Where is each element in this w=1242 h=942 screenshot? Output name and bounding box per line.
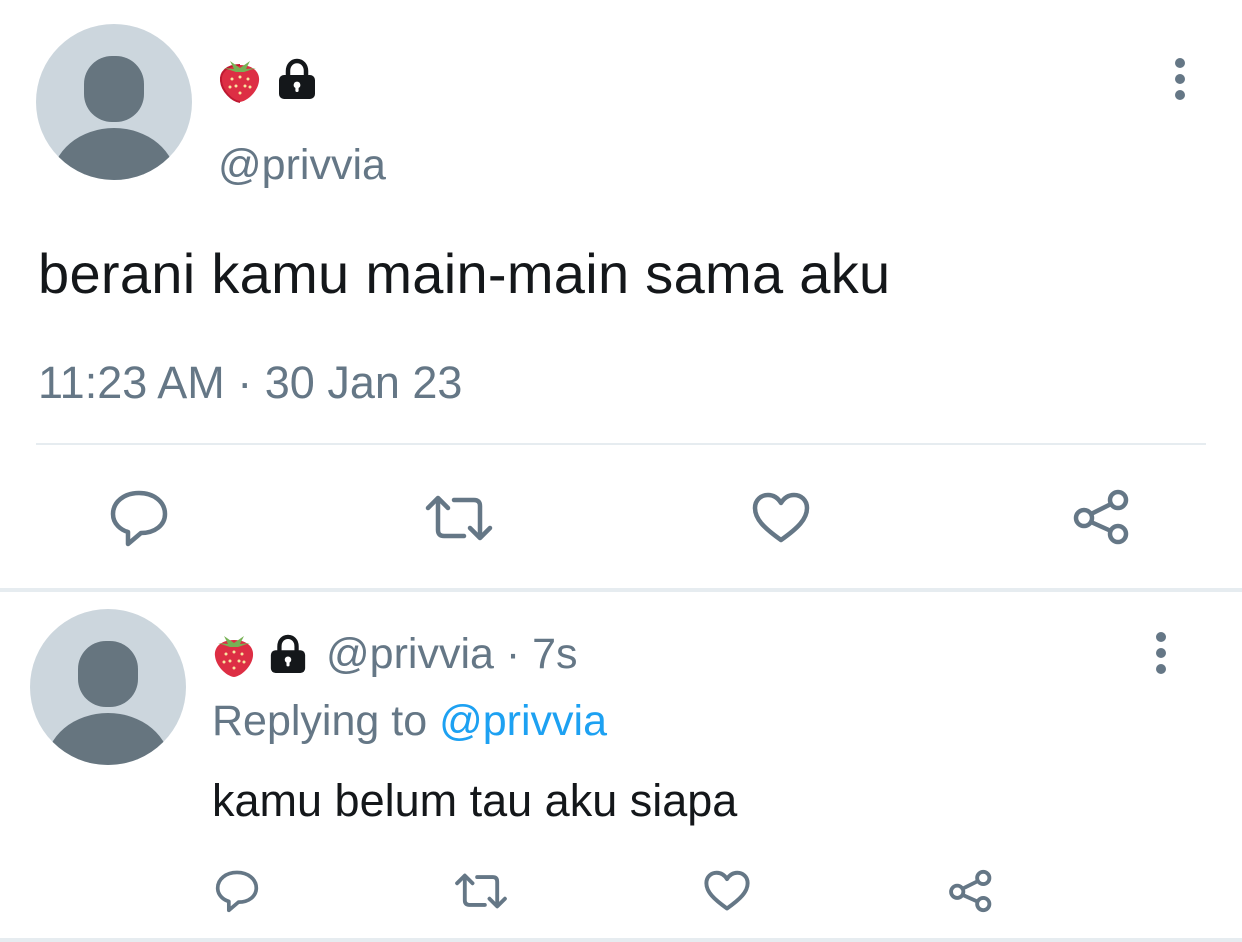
reply-text: kamu belum tau aku siapa bbox=[212, 775, 738, 826]
bottom-separator bbox=[0, 938, 1242, 942]
tweet-text: berani kamu main-main sama aku bbox=[38, 242, 891, 305]
retweet-icon bbox=[455, 873, 507, 909]
default-avatar-icon bbox=[46, 641, 170, 765]
section-separator bbox=[0, 588, 1242, 592]
tweet-thread: @privvia berani kamu main-main sama aku … bbox=[0, 0, 1242, 942]
retweet-icon bbox=[425, 495, 493, 541]
like-icon bbox=[704, 870, 750, 911]
more-options-icon[interactable] bbox=[1175, 58, 1185, 106]
retweet-button[interactable] bbox=[424, 494, 494, 542]
time-separator: · bbox=[505, 629, 521, 678]
mention-link[interactable]: @privvia bbox=[439, 697, 607, 745]
share-icon bbox=[949, 869, 992, 913]
share-button[interactable] bbox=[1072, 488, 1132, 546]
like-button[interactable] bbox=[704, 870, 750, 912]
reply-icon bbox=[215, 870, 259, 913]
strawberry-icon bbox=[219, 61, 260, 103]
username-handle[interactable]: @privvia · 7s bbox=[326, 629, 578, 678]
like-icon bbox=[752, 492, 810, 543]
share-button[interactable] bbox=[948, 868, 994, 914]
reply-button[interactable] bbox=[214, 868, 260, 914]
replying-to-label: Replying to bbox=[212, 697, 428, 745]
lock-icon bbox=[279, 58, 315, 99]
reply-handle-text: @privvia bbox=[326, 629, 494, 678]
reply-icon bbox=[110, 490, 168, 547]
reply-button[interactable] bbox=[108, 488, 170, 548]
retweet-button[interactable] bbox=[454, 872, 508, 910]
default-avatar-icon bbox=[52, 56, 176, 180]
avatar[interactable] bbox=[36, 24, 192, 180]
divider bbox=[36, 443, 1206, 445]
reply-header: @privvia · 7s bbox=[212, 626, 578, 682]
more-options-icon[interactable] bbox=[1156, 632, 1166, 680]
avatar[interactable] bbox=[30, 609, 186, 765]
main-tweet: @privvia berani kamu main-main sama aku … bbox=[0, 0, 1242, 590]
username-handle[interactable]: @privvia bbox=[218, 144, 386, 187]
reply-time: 7s bbox=[532, 629, 578, 678]
tweet-timestamp[interactable]: 11:23 AM · 30 Jan 23 bbox=[38, 360, 462, 405]
lock-icon bbox=[270, 634, 306, 674]
like-button[interactable] bbox=[752, 492, 810, 544]
replying-to: Replying to @privvia bbox=[212, 700, 607, 743]
share-icon bbox=[1073, 489, 1129, 545]
display-name-emojis bbox=[218, 54, 318, 104]
strawberry-icon bbox=[214, 636, 254, 677]
